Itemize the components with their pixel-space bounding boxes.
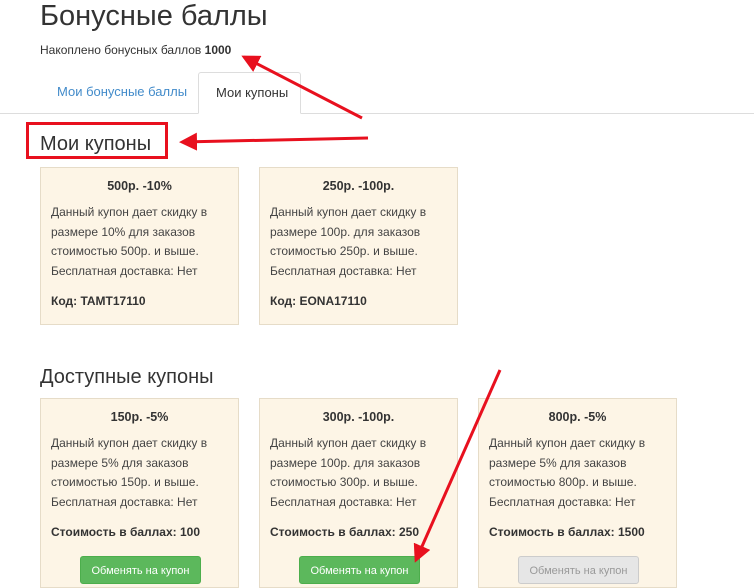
coupon-description: Данный купон дает скидку в размере 5% дл…: [489, 434, 666, 512]
coupon-title: 300р. -100р.: [322, 410, 395, 424]
available-coupon-card: 150р. -5% Данный купон дает скидку в раз…: [40, 398, 239, 588]
coupon-desc-line: размере 5% для заказов: [489, 455, 627, 470]
coupon-cost: Стоимость в баллах: 250: [270, 525, 419, 539]
coupon-desc-line: размере 100р. для заказов: [270, 224, 421, 239]
exchange-coupon-button-disabled: Обменять на купон: [518, 556, 639, 584]
coupon-desc-line: Данный купон дает скидку в: [51, 436, 208, 450]
coupon-code: Код: TAMT17110: [51, 294, 146, 308]
available-coupon-card: 300р. -100р. Данный купон дает скидку в …: [259, 398, 458, 588]
coupon-desc-line: Бесплатная доставка: Нет: [51, 263, 198, 278]
coupon-desc-line: Данный купон дает скидку в: [51, 205, 208, 219]
coupon-desc-line: Бесплатная доставка: Нет: [270, 263, 417, 278]
tab-my-bonus-points[interactable]: Мои бонусные баллы: [40, 72, 204, 112]
coupon-desc-line: Бесплатная доставка: Нет: [489, 494, 636, 509]
coupon-desc-line: стоимостью 150р. и выше.: [51, 475, 199, 489]
tab-bar: Мои бонусные баллы Мои купоны: [0, 72, 754, 114]
points-value: 1000: [204, 43, 232, 57]
coupon-desc-line: стоимостью 500р. и выше.: [51, 244, 199, 258]
coupon-desc-line: Бесплатная доставка: Нет: [270, 494, 417, 509]
coupon-desc-line: Данный купон дает скидку в: [270, 436, 427, 450]
coupon-desc-line: Данный купон дает скидку в: [489, 436, 646, 450]
exchange-coupon-button[interactable]: Обменять на купон: [299, 556, 420, 584]
coupon-desc-line: размере 100р. для заказов: [270, 455, 421, 470]
coupon-title: 250р. -100р.: [322, 179, 395, 193]
coupon-desc-line: стоимостью 250р. и выше.: [270, 244, 418, 258]
coupon-cost: Стоимость в баллах: 1500: [489, 525, 645, 539]
points-summary: Накоплено бонусных баллов 1000: [40, 43, 231, 57]
my-coupon-card: 500р. -10% Данный купон дает скидку в ра…: [40, 167, 239, 325]
coupon-title: 800р. -5%: [548, 410, 607, 424]
coupon-desc-line: размере 5% для заказов: [51, 455, 189, 470]
my-coupon-card: 250р. -100р. Данный купон дает скидку в …: [259, 167, 458, 325]
coupon-desc-line: размере 10% для заказов: [51, 224, 196, 239]
coupon-title: 500р. -10%: [107, 179, 172, 193]
annotation-highlight-box: [26, 122, 168, 159]
page-title: Бонусные баллы: [40, 0, 268, 32]
points-label: Накоплено бонусных баллов: [40, 43, 202, 57]
arrow-to-heading: [179, 132, 369, 151]
exchange-coupon-button[interactable]: Обменять на купон: [80, 556, 201, 584]
tab-my-coupons[interactable]: Мои купоны: [198, 72, 301, 114]
coupon-cost: Стоимость в баллах: 100: [51, 525, 200, 539]
coupon-desc-line: стоимостью 800р. и выше.: [489, 475, 637, 489]
coupon-title: 150р. -5%: [110, 410, 169, 424]
available-coupons-heading: Доступные купоны: [40, 366, 214, 388]
coupon-description: Данный купон дает скидку в размере 10% д…: [51, 203, 228, 281]
coupon-desc-line: стоимостью 300р. и выше.: [270, 475, 418, 489]
coupon-description: Данный купон дает скидку в размере 100р.…: [270, 434, 447, 512]
coupon-code: Код: EONA17110: [270, 294, 367, 308]
coupon-desc-line: Бесплатная доставка: Нет: [51, 494, 198, 509]
coupon-description: Данный купон дает скидку в размере 100р.…: [270, 203, 447, 281]
coupon-description: Данный купон дает скидку в размере 5% дл…: [51, 434, 228, 512]
coupon-desc-line: Данный купон дает скидку в: [270, 205, 427, 219]
available-coupon-card: 800р. -5% Данный купон дает скидку в раз…: [478, 398, 677, 588]
